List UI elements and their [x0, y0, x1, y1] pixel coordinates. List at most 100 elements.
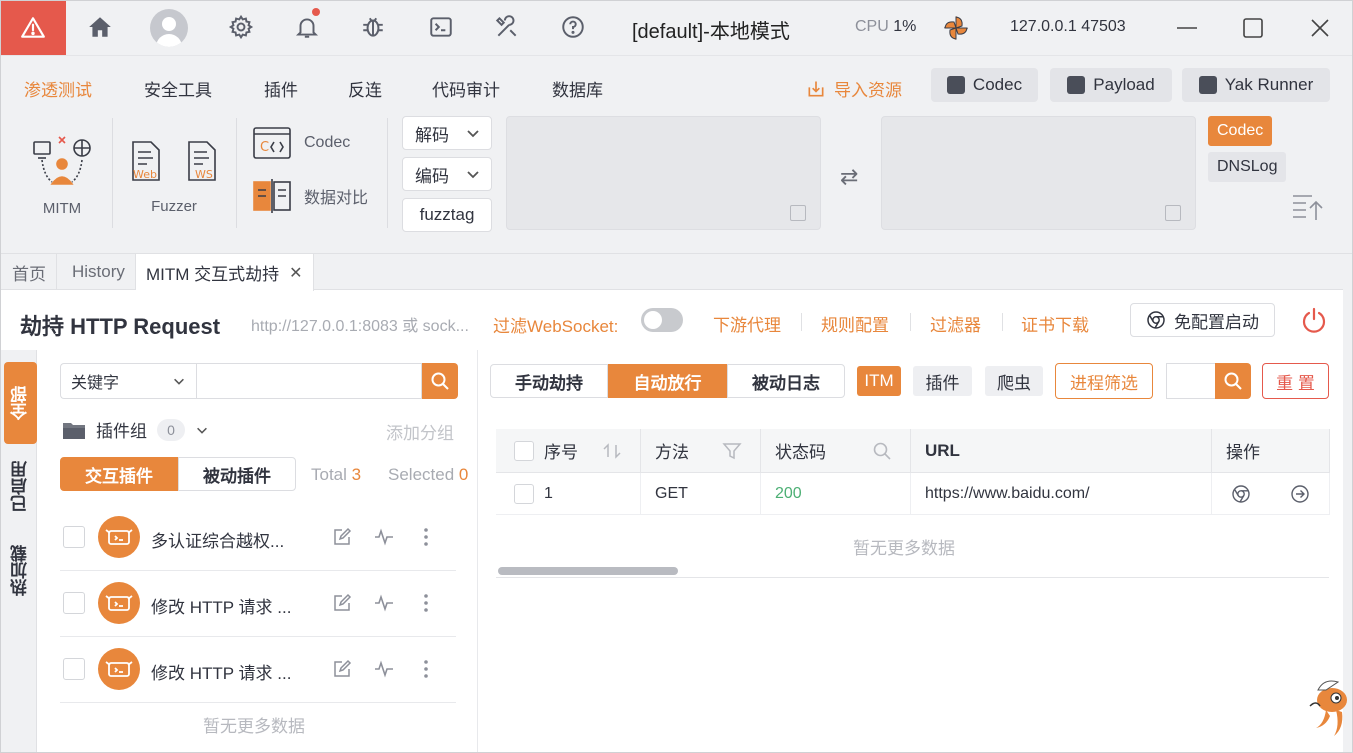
fuzztag-button[interactable]: fuzztag [402, 198, 492, 232]
table-cell-url[interactable]: https://www.baidu.com/ [911, 473, 1212, 515]
arrow-right-icon[interactable] [1290, 484, 1310, 504]
payload-button[interactable]: Payload [1050, 68, 1172, 102]
decode-dropdown[interactable]: 解码 [402, 116, 492, 150]
more-icon[interactable] [416, 593, 436, 613]
segment-passive-plugins[interactable]: 被动插件 [178, 457, 296, 491]
help-icon[interactable] [559, 13, 587, 41]
edit-icon[interactable] [332, 527, 352, 547]
search-icon[interactable] [872, 441, 892, 461]
tab-mitm[interactable]: MITM 交互式劫持 ✕ [136, 254, 314, 291]
debug-icon[interactable] [374, 659, 394, 679]
codec-button[interactable]: Codec [931, 68, 1038, 102]
yak-runner-button[interactable]: Yak Runner [1182, 68, 1330, 102]
menu-item-security-tools[interactable]: 安全工具 [144, 76, 212, 101]
tab-home[interactable]: 首页 [2, 254, 57, 290]
cert-download-link[interactable]: 证书下载 [1021, 311, 1089, 336]
debug-icon[interactable] [374, 527, 394, 547]
process-filter-button[interactable]: 进程筛选 [1055, 363, 1153, 399]
add-group-link[interactable]: 添加分组 [386, 419, 454, 444]
codec-tool[interactable]: C Codec [252, 126, 350, 160]
menu-item-code-audit[interactable]: 代码审计 [432, 76, 500, 101]
traffic-search-button[interactable] [1215, 363, 1251, 399]
more-icon[interactable] [416, 659, 436, 679]
menu-item-database[interactable]: 数据库 [552, 76, 603, 101]
sort-icon[interactable] [602, 441, 622, 461]
menu-item-reverse[interactable]: 反连 [348, 76, 382, 101]
plugin-list-item[interactable]: 修改 HTTP 请求 ... [60, 637, 456, 703]
power-icon[interactable] [1300, 306, 1328, 334]
compare-tool[interactable]: 数据对比 [252, 178, 368, 214]
mitm-tool[interactable]: MITM [30, 132, 94, 217]
column-header-method[interactable]: 方法 [641, 429, 761, 473]
mode-manual-hijack[interactable]: 手动劫持 [490, 364, 608, 398]
plugin-search-input[interactable] [196, 363, 422, 399]
filter-chip-crawler[interactable]: 爬虫 [985, 366, 1043, 396]
menu-item-plugins[interactable]: 插件 [264, 76, 298, 101]
terminal-icon[interactable] [427, 13, 455, 41]
gear-icon[interactable] [227, 13, 255, 41]
swap-icon[interactable]: ⇄ [840, 164, 858, 190]
plugin-checkbox[interactable] [63, 592, 85, 614]
filter-chip-mitm[interactable]: ITM [857, 366, 901, 396]
copy-icon[interactable] [1165, 205, 1181, 221]
tools-icon[interactable] [493, 13, 521, 41]
bug-icon[interactable] [359, 13, 387, 41]
fuzzer-tool[interactable]: Web WS Fuzzer [128, 140, 220, 215]
more-icon[interactable] [416, 527, 436, 547]
column-header-id[interactable]: 序号 [496, 429, 641, 473]
mascot-icon[interactable] [1306, 676, 1353, 744]
reset-button[interactable]: 重 置 [1262, 363, 1329, 399]
mode-auto-forward[interactable]: 自动放行 [608, 364, 727, 398]
menu-item-pentest[interactable]: 渗透测试 [24, 76, 92, 101]
downstream-proxy-link[interactable]: 下游代理 [713, 311, 781, 336]
side-tag-dnslog[interactable]: DNSLog [1208, 152, 1287, 182]
maximize-button[interactable] [1239, 14, 1267, 42]
warning-button[interactable] [0, 0, 66, 55]
filter-link[interactable]: 过滤器 [930, 311, 981, 336]
import-resource-link[interactable]: 导入资源 [806, 76, 902, 101]
table-cell-id[interactable]: 1 [496, 473, 641, 515]
traffic-search-input[interactable] [1166, 363, 1216, 399]
engine-status-icon[interactable] [942, 14, 970, 42]
table-cell-method[interactable]: GET [641, 473, 761, 515]
no-config-start-button[interactable]: 免配置启动 [1130, 303, 1275, 337]
table-cell-status[interactable]: 200 [761, 473, 911, 515]
plugin-list-item[interactable]: 多认证综合越权... [60, 505, 456, 571]
plugin-checkbox[interactable] [63, 658, 85, 680]
row-checkbox[interactable] [514, 483, 534, 504]
close-button[interactable] [1306, 14, 1334, 42]
collapse-toolbox-icon[interactable] [1290, 190, 1324, 224]
edit-icon[interactable] [332, 659, 352, 679]
side-tag-codec[interactable]: Codec [1208, 116, 1273, 146]
codec-input-area[interactable] [506, 116, 821, 230]
column-header-url[interactable]: URL [911, 429, 1212, 473]
avatar[interactable] [150, 9, 188, 47]
close-tab-icon[interactable]: ✕ [289, 263, 302, 283]
filter-chip-plugins[interactable]: 插件 [913, 366, 972, 396]
copy-icon[interactable] [790, 205, 806, 221]
debug-icon[interactable] [374, 593, 394, 613]
sidebar-tab-enabled[interactable]: 已启用 [4, 446, 37, 528]
sidebar-tab-hot-reload[interactable]: 热加载 [4, 530, 37, 612]
edit-icon[interactable] [332, 593, 352, 613]
plugin-checkbox[interactable] [63, 526, 85, 548]
sidebar-tab-all[interactable]: 全部 [4, 362, 37, 444]
panel-divider[interactable] [477, 350, 478, 753]
minimize-button[interactable] [1173, 14, 1201, 42]
column-header-status[interactable]: 状态码 [761, 429, 911, 473]
plugin-search-button[interactable] [422, 363, 458, 399]
select-all-checkbox[interactable] [514, 440, 534, 461]
home-icon[interactable] [86, 13, 114, 41]
encode-dropdown[interactable]: 编码 [402, 157, 492, 191]
bell-icon[interactable] [293, 8, 321, 41]
search-mode-select[interactable]: 关键字 [60, 363, 196, 399]
horizontal-scrollbar[interactable] [498, 567, 678, 575]
filter-icon[interactable] [722, 441, 742, 461]
segment-interactive-plugins[interactable]: 交互插件 [60, 457, 178, 491]
websocket-filter-toggle[interactable] [641, 308, 683, 332]
tab-history[interactable]: History [62, 254, 136, 290]
codec-output-area[interactable] [881, 116, 1196, 230]
chrome-icon[interactable] [1231, 484, 1251, 504]
plugin-group-selector[interactable]: 插件组 0 [62, 417, 209, 442]
mode-passive-log[interactable]: 被动日志 [727, 364, 845, 398]
